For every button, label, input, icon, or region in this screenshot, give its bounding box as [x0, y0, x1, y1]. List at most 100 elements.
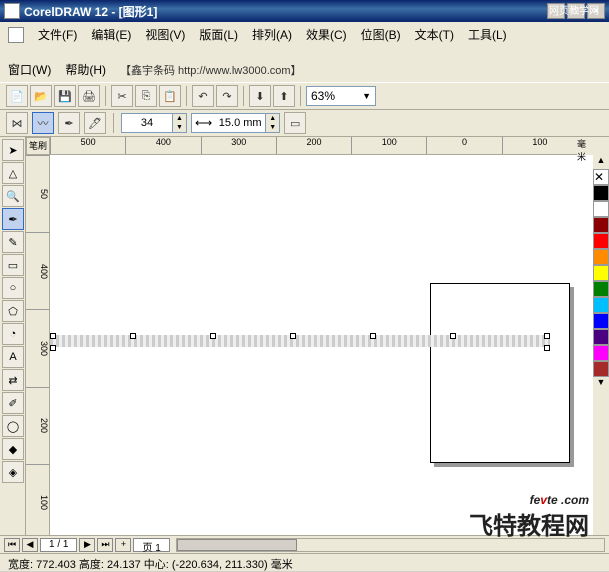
- export-button[interactable]: ⬆: [273, 85, 295, 107]
- selection-handle[interactable]: [50, 345, 56, 351]
- width-icon: ⟷: [192, 116, 215, 130]
- separator: [105, 86, 106, 106]
- selection-handle[interactable]: [450, 333, 456, 339]
- scrollbar-thumb[interactable]: [177, 539, 297, 551]
- interactive-blend-tool[interactable]: ⇄: [2, 369, 24, 391]
- paste-button[interactable]: 📋: [159, 85, 181, 107]
- color-swatch[interactable]: [593, 201, 609, 217]
- canvas[interactable]: [50, 155, 577, 541]
- drawing-area[interactable]: 笔刷 5004003002001000100 毫米 50400300200100: [26, 137, 593, 541]
- artistic-stroke-object[interactable]: [50, 335, 550, 347]
- ruler-tick: 200: [26, 387, 49, 464]
- menu-help[interactable]: 帮助(H): [65, 61, 106, 78]
- width-value[interactable]: [215, 117, 265, 129]
- add-page-button[interactable]: +: [115, 538, 131, 552]
- color-swatch[interactable]: [593, 249, 609, 265]
- color-swatch[interactable]: [593, 185, 609, 201]
- menu-effects[interactable]: 效果(C): [306, 26, 347, 43]
- bounding-box-icon[interactable]: ▭: [284, 112, 306, 134]
- smoothing-value[interactable]: [122, 117, 172, 129]
- ruler-tick: 300: [201, 137, 276, 154]
- redo-button[interactable]: ↷: [216, 85, 238, 107]
- smart-drawing-tool[interactable]: ✎: [2, 231, 24, 253]
- color-swatch[interactable]: [593, 265, 609, 281]
- spinner-down-icon[interactable]: ▼: [172, 123, 186, 132]
- color-swatch[interactable]: [593, 313, 609, 329]
- palette-scroll-up[interactable]: ▲: [593, 155, 609, 169]
- menu-view[interactable]: 视图(V): [145, 26, 185, 43]
- pick-tool[interactable]: ➤: [2, 139, 24, 161]
- menu-edit[interactable]: 编辑(E): [91, 26, 131, 43]
- menu-tools[interactable]: 工具(L): [468, 26, 507, 43]
- shape-tool[interactable]: △: [2, 162, 24, 184]
- spinner-down-icon[interactable]: ▼: [265, 123, 279, 132]
- selection-handle[interactable]: [544, 345, 550, 351]
- selection-handle[interactable]: [130, 333, 136, 339]
- save-button[interactable]: 💾: [54, 85, 76, 107]
- ruler-origin[interactable]: 笔刷: [26, 137, 50, 155]
- toolbox: ➤ △ 🔍 ✒ ✎ ▭ ○ ⬠ ◔ A ⇄ ✐ ◯ ◆ ◈: [0, 137, 26, 541]
- menu-file[interactable]: 文件(F): [38, 26, 77, 43]
- rectangle-tool[interactable]: ▭: [2, 254, 24, 276]
- color-swatch[interactable]: [593, 233, 609, 249]
- menu-arrange[interactable]: 排列(A): [252, 26, 292, 43]
- next-page-button[interactable]: ▶: [79, 538, 95, 552]
- basic-shapes-tool[interactable]: ◔: [2, 323, 24, 345]
- palette-scroll-down[interactable]: ▼: [593, 377, 609, 391]
- selection-handle[interactable]: [370, 333, 376, 339]
- menu-layout[interactable]: 版面(L): [199, 26, 238, 43]
- vertical-ruler[interactable]: 50400300200100: [26, 155, 50, 541]
- import-button[interactable]: ⬇: [249, 85, 271, 107]
- horizontal-ruler[interactable]: 5004003002001000100: [50, 137, 577, 155]
- outline-tool[interactable]: ◯: [2, 415, 24, 437]
- color-swatch[interactable]: [593, 297, 609, 313]
- selection-handle[interactable]: [210, 333, 216, 339]
- page-tab[interactable]: 页 1: [133, 538, 169, 552]
- prev-page-button[interactable]: ◀: [22, 538, 38, 552]
- width-spinner[interactable]: ⟷ ▲▼: [191, 113, 280, 133]
- ruler-tick: 50: [26, 155, 49, 232]
- selection-handle[interactable]: [50, 333, 56, 339]
- first-page-button[interactable]: ⏮: [4, 538, 20, 552]
- copy-button[interactable]: ⎘: [135, 85, 157, 107]
- new-button[interactable]: 📄: [6, 85, 28, 107]
- separator: [186, 86, 187, 106]
- artistic-media-icon[interactable]: 〰: [32, 112, 54, 134]
- color-swatch[interactable]: [593, 329, 609, 345]
- cut-button[interactable]: ✂: [111, 85, 133, 107]
- calligraphic-icon[interactable]: ✒: [58, 112, 80, 134]
- spinner-up-icon[interactable]: ▲: [172, 114, 186, 123]
- ruler-tick: 0: [426, 137, 501, 154]
- menu-bitmap[interactable]: 位图(B): [361, 26, 401, 43]
- no-color-swatch[interactable]: ✕: [593, 169, 609, 185]
- pressure-icon[interactable]: 🖊: [84, 112, 106, 134]
- color-swatch[interactable]: [593, 361, 609, 377]
- spinner-up-icon[interactable]: ▲: [265, 114, 279, 123]
- page-boundary: [430, 283, 570, 463]
- separator: [243, 86, 244, 106]
- smoothing-spinner[interactable]: ▲▼: [121, 113, 187, 133]
- color-swatch[interactable]: [593, 345, 609, 361]
- open-button[interactable]: 📂: [30, 85, 52, 107]
- barcode-ad: 【鑫宇条码 http://www.lw3000.com】: [120, 62, 302, 78]
- undo-button[interactable]: ↶: [192, 85, 214, 107]
- menu-window[interactable]: 窗口(W): [8, 61, 51, 78]
- artistic-media-tool[interactable]: ✒: [2, 208, 24, 230]
- ellipse-tool[interactable]: ○: [2, 277, 24, 299]
- text-tool[interactable]: A: [2, 346, 24, 368]
- selection-handle[interactable]: [290, 333, 296, 339]
- color-swatch[interactable]: [593, 281, 609, 297]
- zoom-tool[interactable]: 🔍: [2, 185, 24, 207]
- selection-handle[interactable]: [544, 333, 550, 339]
- menu-text[interactable]: 文本(T): [415, 26, 454, 43]
- last-page-button[interactable]: ⏭: [97, 538, 113, 552]
- polygon-tool[interactable]: ⬠: [2, 300, 24, 322]
- print-button[interactable]: 🖨: [78, 85, 100, 107]
- interactive-fill-tool[interactable]: ◈: [2, 461, 24, 483]
- fill-tool[interactable]: ◆: [2, 438, 24, 460]
- zoom-combo[interactable]: 63%▼: [306, 86, 376, 106]
- ruler-tick: 100: [351, 137, 426, 154]
- eyedropper-tool[interactable]: ✐: [2, 392, 24, 414]
- color-swatch[interactable]: [593, 217, 609, 233]
- preset-stroke-icon[interactable]: ⋈: [6, 112, 28, 134]
